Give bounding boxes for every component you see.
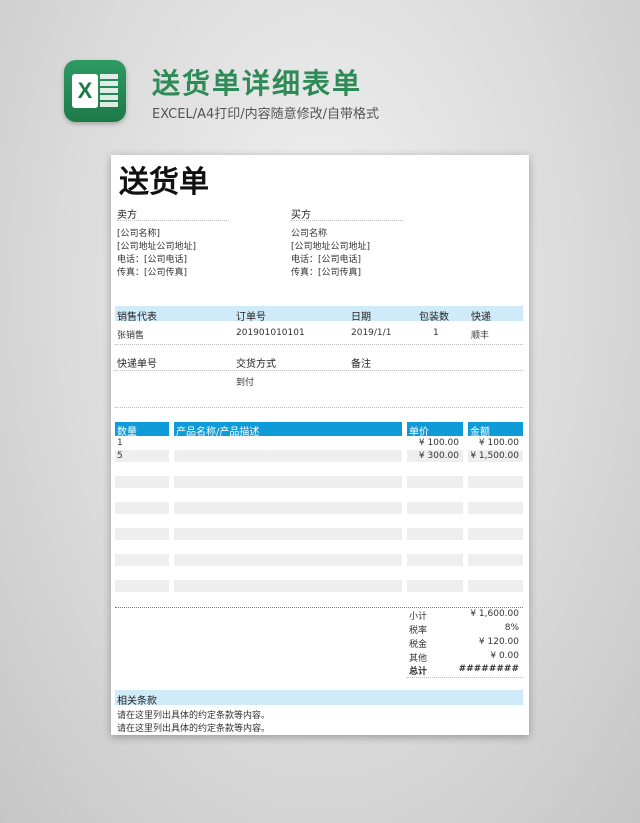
price-header: 单价 [409,427,429,438]
item-amount: ¥ 1,500.00 [470,451,519,461]
item-qty: 5 [117,451,123,461]
order-value: 201901010101 [236,328,305,338]
summary-value: 8% [504,623,519,633]
item-price: ¥ 300.00 [418,451,459,461]
order-header-bar [115,306,523,321]
item-price: ¥ 100.00 [418,438,459,448]
order-header: 包装数 [419,312,449,323]
seller-line: [公司地址公司地址] [117,242,197,252]
amount-header: 金额 [470,427,490,438]
seller-label: 卖方 [117,210,137,221]
order-header: 快递 [471,312,491,323]
delivery-sheet: 送货单 卖方 [公司名称] [公司地址公司地址] 电话：[公司电话] 传真：[公… [111,155,529,735]
summary-label: 税金 [409,640,428,650]
terms-header-bar [115,690,523,705]
banner-subtitle: EXCEL/A4打印/内容随意修改/自带格式 [152,107,380,122]
excel-logo-letter: X [72,74,98,108]
summary-value: ¥ 120.00 [478,637,519,647]
seller-line: [公司名称] [117,229,161,239]
order-value: 顺丰 [471,331,490,341]
ship-header: 交货方式 [236,359,276,370]
desc-header: 产品名称/产品描述 [176,427,260,438]
buyer-line: 传真：[公司传真] [291,268,362,278]
excel-logo-grid [100,74,118,108]
buyer-line: [公司地址公司地址] [291,242,371,252]
terms-line: 请在这里列出具体的约定条款等内容。 [117,724,271,734]
order-header: 日期 [351,312,371,323]
buyer-line: 公司名称 [291,229,328,239]
terms-line: 请在这里列出具体的约定条款等内容。 [117,711,271,721]
order-value: 2019/1/1 [351,328,392,338]
seller-line: 电话：[公司电话] [117,255,188,265]
summary-label: 税率 [409,626,428,636]
ship-header: 备注 [351,359,371,370]
terms-label: 相关条款 [117,696,157,707]
summary-total-value: ######## [458,664,519,674]
order-header: 销售代表 [117,312,157,323]
ship-header: 快递单号 [117,359,157,370]
item-qty: 1 [117,438,123,448]
seller-line: 传真：[公司传真] [117,268,188,278]
banner-title: 送货单详细表单 [152,67,363,100]
buyer-label: 买方 [291,210,311,221]
ship-value: 到付 [236,378,255,388]
summary-value: ¥ 0.00 [490,651,519,661]
qty-header: 数量 [117,427,137,438]
summary-label: 其他 [409,654,428,664]
summary-value: ¥ 1,600.00 [470,609,519,619]
summary-label: 小计 [409,612,428,622]
order-header: 订单号 [236,312,266,323]
item-amount: ¥ 100.00 [478,438,519,448]
summary-total-label: 总计 [409,667,428,677]
order-value: 1 [433,328,439,338]
excel-logo-icon: X [64,60,126,122]
buyer-line: 电话：[公司电话] [291,255,362,265]
order-value: 张销售 [117,331,145,341]
doc-title: 送货单 [119,165,209,200]
